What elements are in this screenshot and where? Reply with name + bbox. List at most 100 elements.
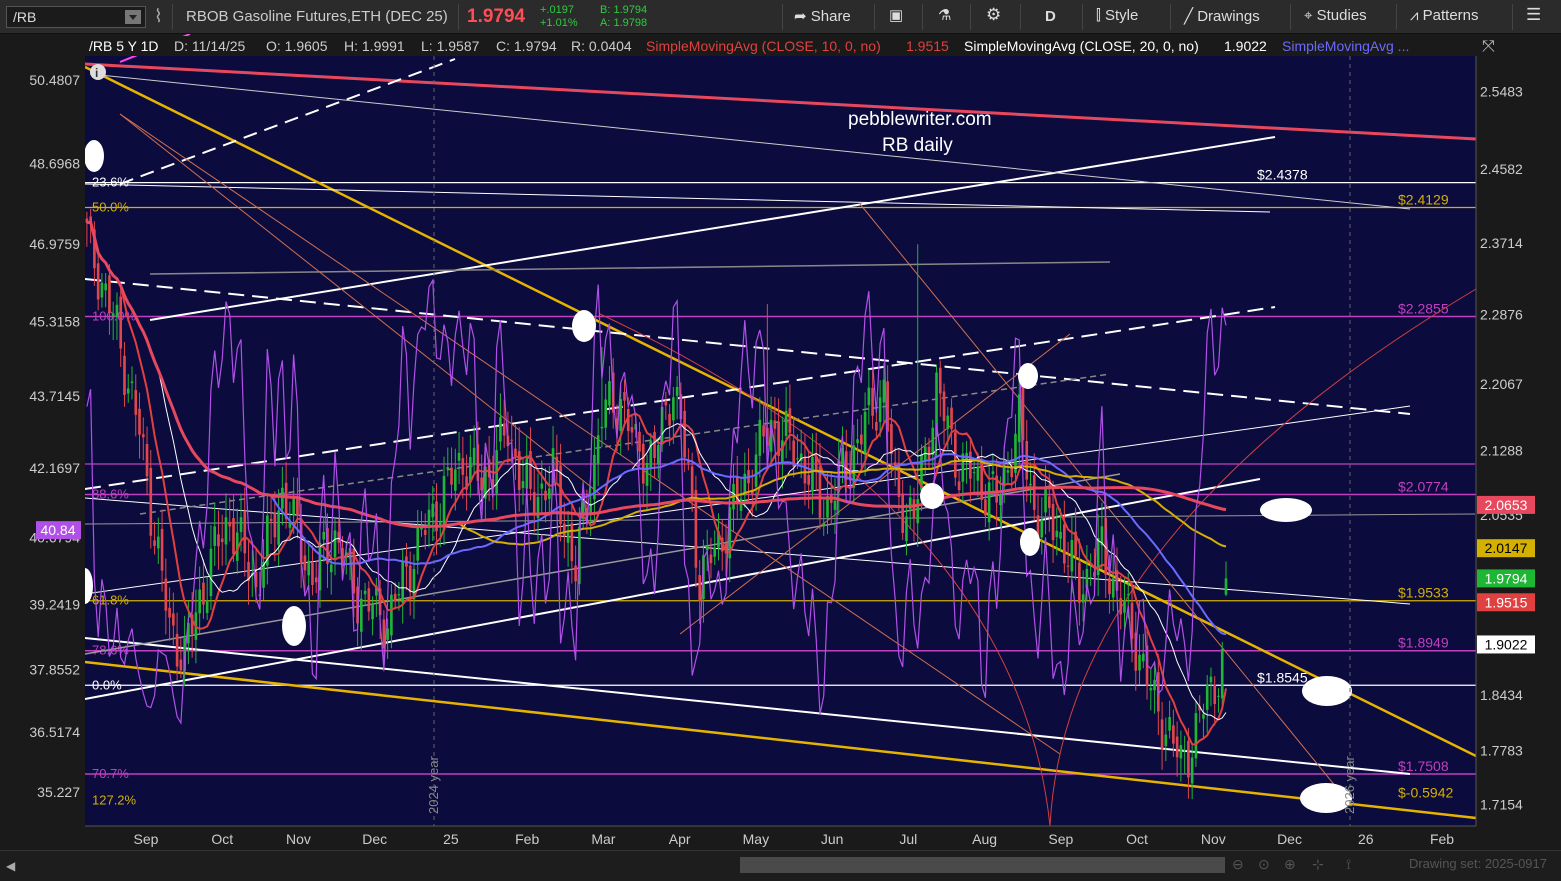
price-marker-label: 2.0653 [1485, 497, 1528, 513]
patterns-button[interactable]: ⩘ Patterns [1410, 7, 1479, 24]
candle-body [333, 530, 337, 558]
horizontal-scrollbar[interactable]: ◀ ⊖ ⊙ ⊕ ⊹ ⟟ [0, 850, 1561, 881]
sma3-label: SimpleMovingAvg ... [1282, 38, 1409, 54]
candle-body [172, 613, 175, 626]
menu-icon[interactable]: ☰ [1526, 5, 1541, 25]
aggregation-button[interactable]: D [1045, 8, 1056, 25]
candle-body [510, 439, 514, 441]
candle-body [991, 471, 995, 474]
x-tick: Nov [1201, 831, 1226, 847]
candle-body [423, 529, 427, 535]
fib-price-label: $-0.5942 [1398, 784, 1453, 800]
candle-body [138, 408, 141, 435]
candle-body [1051, 503, 1055, 541]
candle-body [281, 487, 284, 509]
candle-body [1183, 749, 1186, 751]
y-tick-right: 2.3714 [1480, 235, 1523, 251]
candle-body [1063, 524, 1066, 564]
candle-body [457, 452, 461, 461]
y-tick-left: 45.3158 [29, 313, 80, 329]
candle-body [931, 427, 935, 455]
y-tick-right: 1.7154 [1480, 796, 1523, 812]
gear-icon[interactable]: ⚙ [986, 5, 1001, 25]
symbol-selector[interactable]: /RB [6, 6, 146, 28]
candle-body [559, 465, 562, 525]
zoom-reset-icon[interactable]: ⊙ [1258, 856, 1270, 873]
candle-body [1187, 741, 1190, 778]
candle-body [871, 387, 874, 416]
bid-price: B: 1.9794 [600, 4, 648, 16]
x-tick: Oct [211, 831, 233, 847]
left-axis-bg [0, 56, 85, 826]
candle-body [243, 511, 247, 554]
chevron-down-icon[interactable] [125, 10, 141, 24]
candle-body [1070, 539, 1074, 572]
collapse-icon[interactable]: ⤧ [1482, 38, 1495, 55]
candle-body [1029, 483, 1032, 486]
candle-body [371, 603, 374, 620]
snapshot-icon[interactable]: ▣ [889, 6, 903, 24]
share-button[interactable]: ➦ Share [794, 7, 851, 25]
candle-body [563, 523, 566, 537]
zoom-out-icon[interactable]: ⊖ [1232, 856, 1244, 873]
candle-body [675, 386, 679, 396]
candle-body [705, 546, 709, 551]
drawings-button[interactable]: ╱ Drawings [1184, 7, 1260, 25]
candle-body [108, 275, 111, 313]
x-tick: 26 [1358, 831, 1374, 847]
candle-body [1055, 530, 1059, 538]
candle-body [1047, 496, 1051, 508]
x-tick: May [743, 831, 769, 847]
x-tick: Feb [1430, 831, 1454, 847]
crosshair-icon[interactable]: ⊹ [1312, 856, 1324, 873]
candle-body [1010, 467, 1014, 478]
candle-body [645, 462, 649, 486]
link-icon[interactable]: ⌇ [154, 6, 163, 27]
candle-body [1044, 488, 1047, 513]
candle-body [1164, 734, 1168, 747]
x-tick: Aug [972, 831, 997, 847]
candle-body [987, 482, 991, 523]
candle-body [657, 445, 660, 465]
candle-body [758, 419, 762, 456]
pin-icon[interactable]: ⟟ [1346, 856, 1351, 873]
candle-body [856, 439, 859, 444]
studies-label: Studies [1316, 7, 1367, 24]
patterns-label: Patterns [1422, 7, 1479, 24]
highlight-oval [920, 483, 944, 509]
candle-body [547, 488, 551, 499]
fib-price-label: $1.8949 [1398, 635, 1449, 651]
ask-price: A: 1.9798 [600, 17, 648, 29]
candle-body [1108, 578, 1111, 595]
svg-text:i: i [95, 66, 98, 80]
fib-percent-label: 61.8% [92, 593, 129, 608]
price-chart-svg[interactable]: 23.6%$2.437850.0%$2.4129100.0%$2.285588.… [0, 33, 1561, 850]
candle-body [1179, 745, 1183, 759]
candle-body [228, 521, 232, 527]
candle-body [1217, 695, 1220, 697]
header-low: L: 1.9587 [421, 38, 480, 54]
candle-body [1220, 648, 1224, 699]
scroll-left-icon[interactable]: ◀ [6, 859, 15, 873]
price-marker-label: 1.9022 [1485, 636, 1528, 652]
highlight-oval [1018, 363, 1038, 389]
candle-body [205, 600, 209, 613]
candle-body [220, 538, 224, 543]
scrollbar-thumb[interactable] [740, 857, 1225, 873]
candle-body [179, 659, 183, 671]
fib-price-label: $1.9533 [1398, 585, 1449, 601]
flask-icon[interactable]: ⚗ [938, 6, 951, 24]
studies-button[interactable]: ⌖ Studies [1304, 7, 1367, 24]
candle-body [555, 456, 559, 472]
candle-body [739, 498, 743, 511]
candle-body [784, 410, 788, 437]
chart-area[interactable]: 23.6%$2.437850.0%$2.4129100.0%$2.285588.… [0, 33, 1561, 850]
style-button[interactable]: ⫿ Style [1096, 7, 1138, 24]
candle-body [277, 510, 280, 545]
candle-body [111, 313, 115, 317]
sma10-label: SimpleMovingAvg (CLOSE, 10, 0, no) [646, 38, 881, 54]
zoom-in-icon[interactable]: ⊕ [1284, 856, 1296, 873]
last-price: 1.9794 [467, 6, 526, 27]
y-tick-right: 2.4582 [1480, 161, 1523, 177]
candle-body [574, 565, 577, 582]
